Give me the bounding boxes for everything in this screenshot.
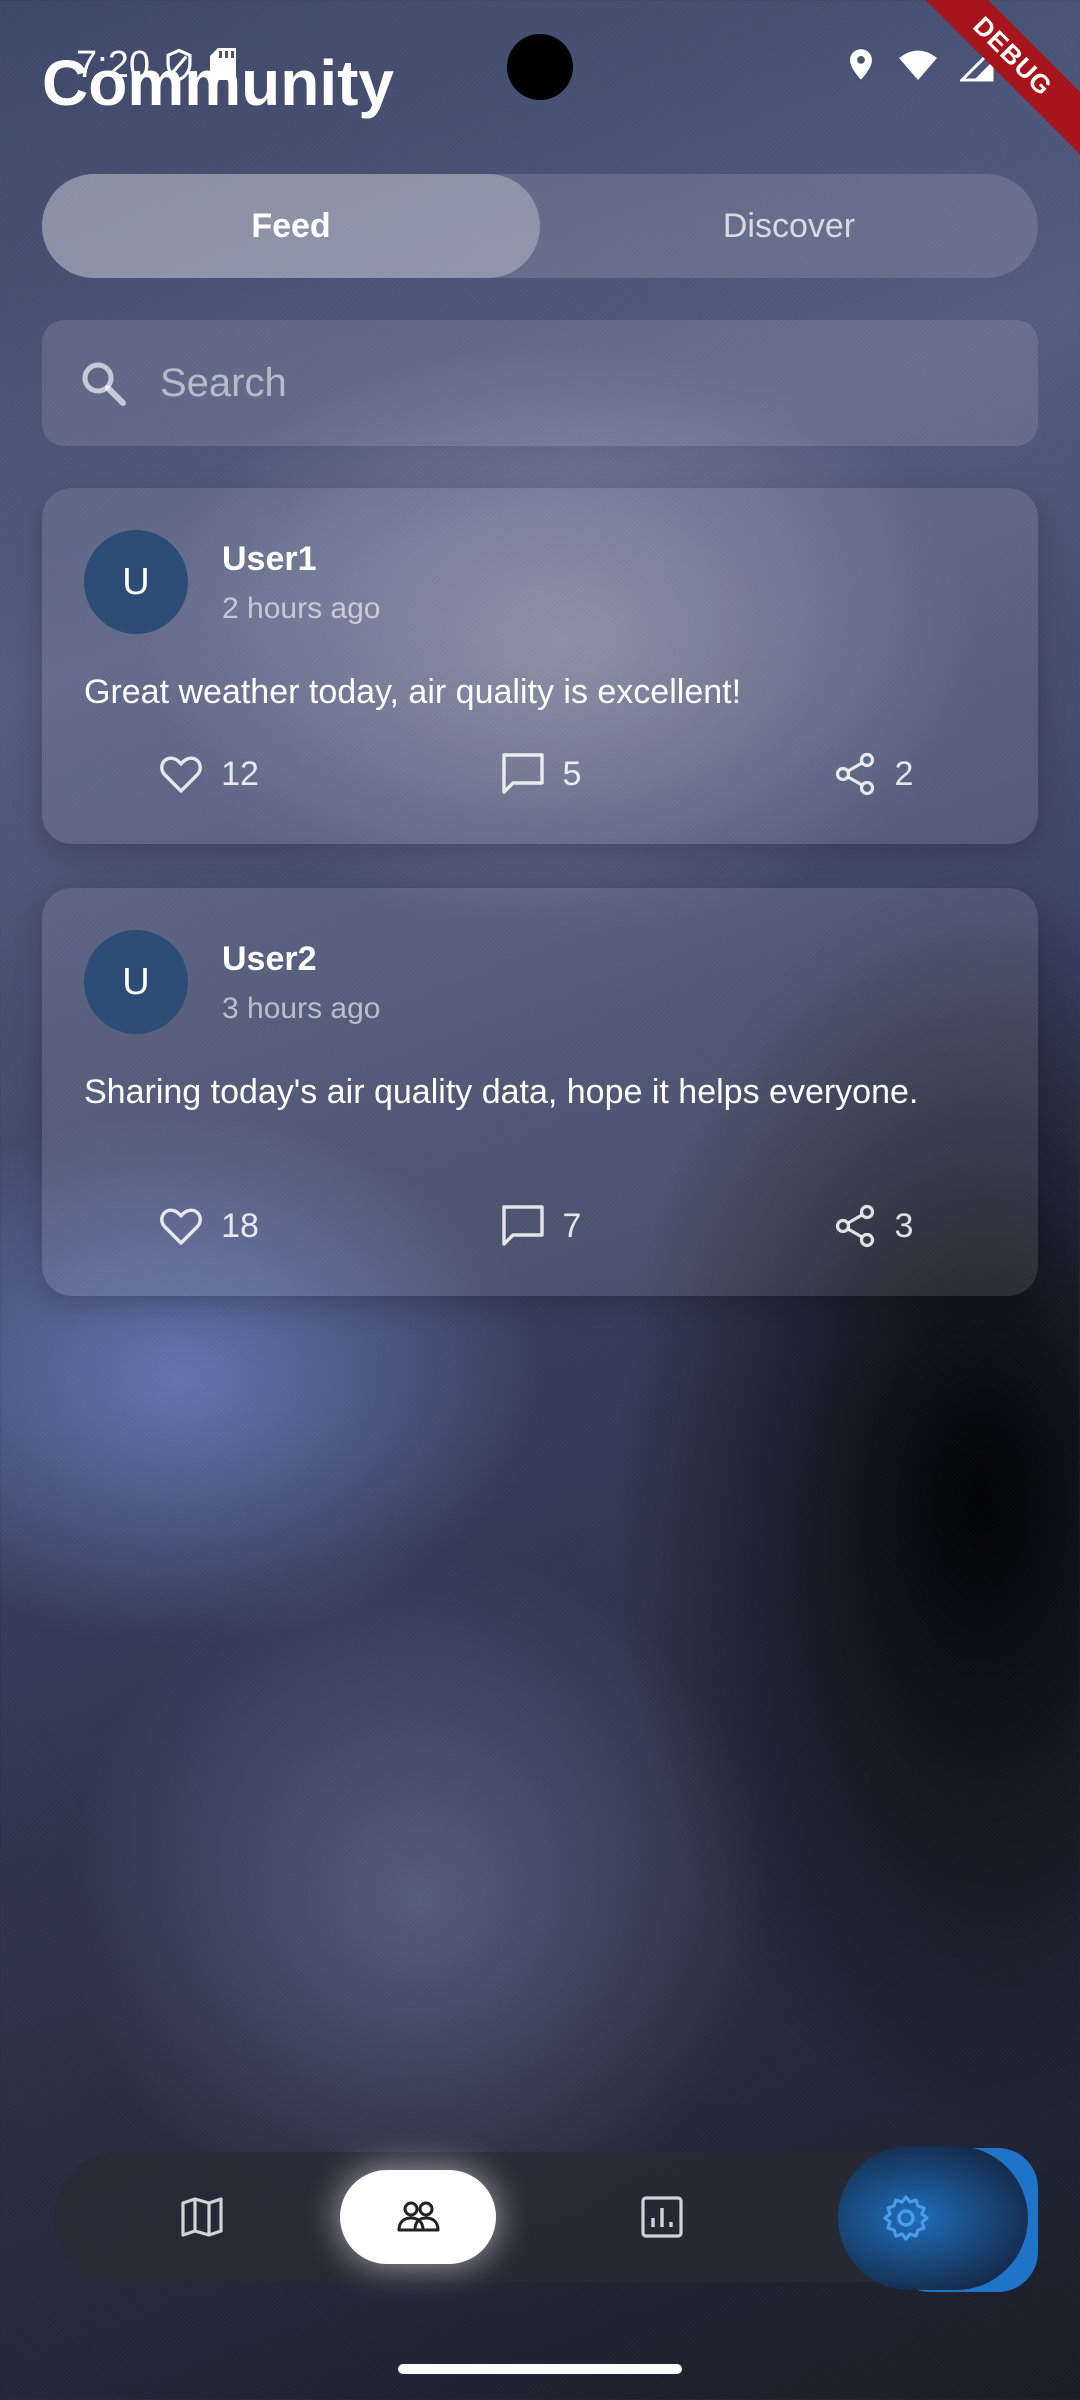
community-icon <box>397 2201 440 2232</box>
heart-icon <box>160 1208 202 1245</box>
search-bar[interactable] <box>42 320 1038 446</box>
like-button[interactable]: 12 <box>42 750 374 798</box>
like-count: 18 <box>221 1206 259 1245</box>
shield-icon <box>166 48 192 82</box>
post-username[interactable]: User2 <box>222 940 317 979</box>
search-icon <box>82 362 126 406</box>
heart-icon <box>160 756 202 793</box>
comment-button[interactable]: 7 <box>374 1202 706 1250</box>
status-left-icons <box>164 48 236 82</box>
like-count: 12 <box>221 754 259 793</box>
share-count: 3 <box>894 1206 914 1245</box>
comment-button[interactable]: 5 <box>374 750 706 798</box>
comment-icon <box>501 1205 544 1246</box>
nav-map-button[interactable] <box>124 2170 280 2264</box>
post-username[interactable]: User1 <box>222 540 317 579</box>
settings-icon <box>883 2195 929 2241</box>
post-timestamp: 2 hours ago <box>222 592 381 625</box>
camera-cutout <box>507 34 573 100</box>
tab-feed[interactable]: Feed <box>42 174 540 278</box>
sd-card-icon <box>210 48 236 80</box>
share-icon <box>835 752 874 796</box>
post-actions: 18 7 3 <box>42 1202 1038 1250</box>
post-actions: 12 5 2 <box>42 750 1038 798</box>
share-icon <box>835 1204 874 1248</box>
post-timestamp: 3 hours ago <box>222 992 381 1025</box>
search-input[interactable] <box>160 360 960 406</box>
wifi-icon <box>899 50 937 80</box>
avatar[interactable]: U <box>84 530 188 634</box>
nav-settings-button[interactable] <box>838 2146 1028 2290</box>
map-icon <box>181 2197 223 2237</box>
tab-bar: Feed Discover <box>42 174 1038 278</box>
comment-icon <box>501 753 544 794</box>
post-text: Great weather today, air quality is exce… <box>84 673 742 711</box>
post-text: Sharing today's air quality data, hope i… <box>84 1073 919 1111</box>
comment-count: 5 <box>562 754 582 793</box>
stats-icon <box>641 2196 683 2238</box>
post-card[interactable]: U User2 3 hours ago Sharing today's air … <box>42 888 1038 1296</box>
nav-community-button[interactable] <box>340 2170 496 2264</box>
nav-stats-button[interactable] <box>584 2170 740 2264</box>
share-count: 2 <box>894 754 914 793</box>
share-button[interactable]: 3 <box>706 1202 1038 1250</box>
avatar[interactable]: U <box>84 930 188 1034</box>
like-button[interactable]: 18 <box>42 1202 374 1250</box>
share-button[interactable]: 2 <box>706 750 1038 798</box>
post-card[interactable]: U User1 2 hours ago Great weather today,… <box>42 488 1038 844</box>
location-icon <box>850 49 872 80</box>
comment-count: 7 <box>562 1206 582 1245</box>
home-indicator[interactable] <box>398 2364 682 2374</box>
status-time: 7:20 <box>76 44 150 86</box>
tab-discover[interactable]: Discover <box>540 174 1038 278</box>
